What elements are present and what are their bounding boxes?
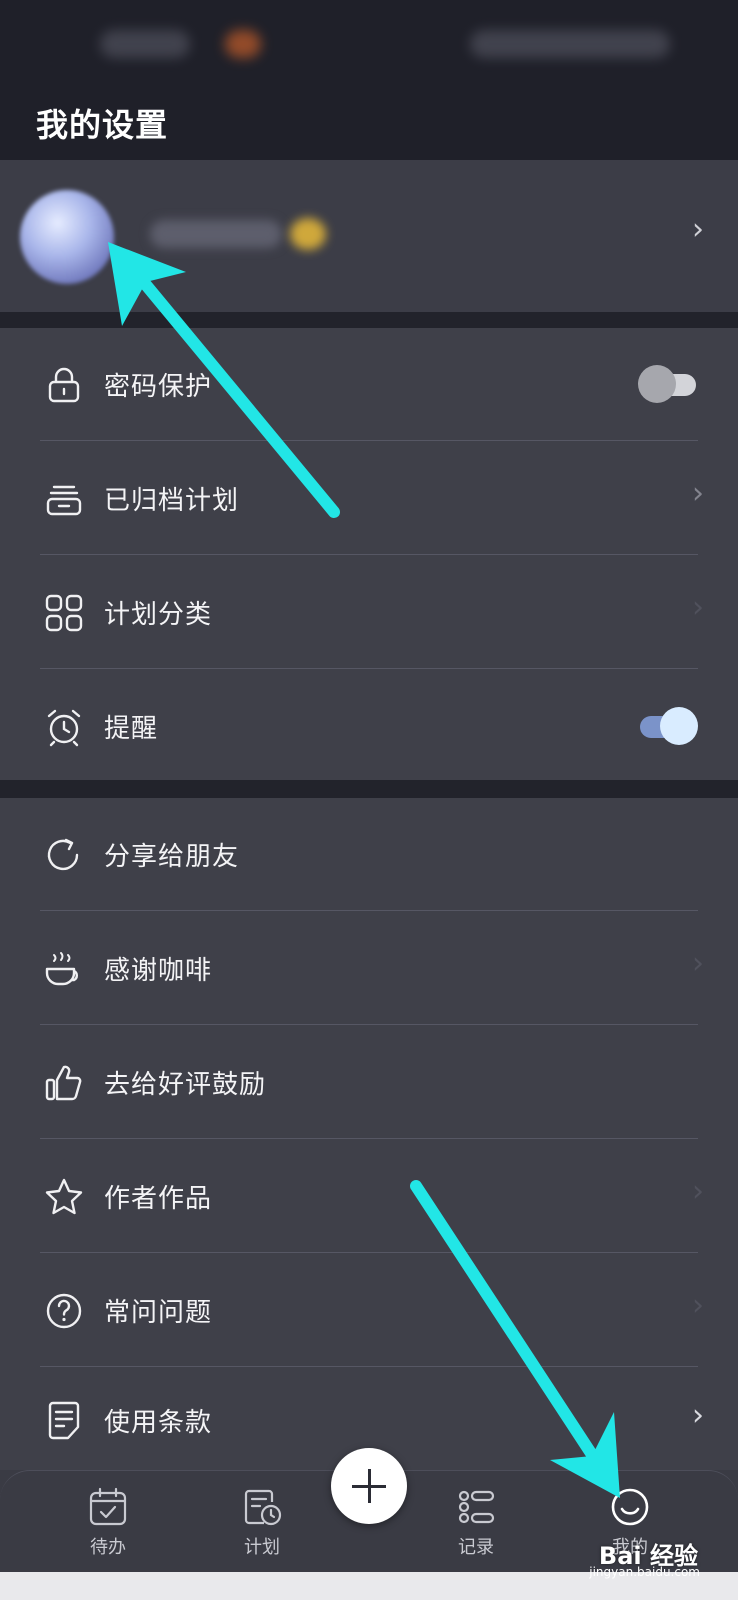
avatar[interactable] <box>20 190 114 284</box>
settings-row-label: 计划分类 <box>104 600 213 630</box>
chevron-right-icon: › <box>692 1174 704 1209</box>
tab-label: 待办 <box>90 1537 126 1558</box>
settings-row-label: 提醒 <box>104 714 159 744</box>
settings-row-label: 去给好评鼓励 <box>104 1070 267 1100</box>
settings-row-label: 常问问题 <box>104 1298 213 1328</box>
vip-badge-icon <box>290 218 326 250</box>
alarm-clock-icon <box>47 709 81 747</box>
settings-row-label: 使用条款 <box>104 1408 213 1438</box>
settings-row-author-works[interactable]: 作者作品 › <box>0 1140 738 1254</box>
toggle-knob <box>638 365 676 403</box>
divider <box>40 1138 698 1139</box>
thumbs-up-icon <box>45 1065 82 1101</box>
settings-group-1: 密码保护 已归档计划 › 计划分类 › 提醒 <box>0 328 738 780</box>
list-icon <box>458 1490 495 1524</box>
star-icon <box>45 1178 83 1215</box>
settings-row-share[interactable]: 分享给朋友 <box>0 798 738 912</box>
header: 我的设置 <box>0 88 738 160</box>
divider <box>40 668 698 669</box>
settings-row-coffee[interactable]: 感谢咖啡 › <box>0 912 738 1026</box>
chevron-right-icon: › <box>692 476 704 511</box>
tab-todo[interactable]: 待办 <box>68 1487 148 1567</box>
chevron-right-icon: › <box>692 946 704 981</box>
question-icon <box>46 1293 82 1329</box>
tab-plan[interactable]: 计划 <box>222 1487 302 1567</box>
tab-label: 记录 <box>458 1537 494 1558</box>
smiley-icon <box>611 1488 649 1526</box>
archive-icon <box>46 485 82 516</box>
chevron-right-icon: › <box>692 1288 704 1323</box>
status-dot <box>225 30 261 58</box>
divider <box>40 910 698 911</box>
share-icon <box>47 838 79 871</box>
settings-row-password[interactable]: 密码保护 <box>0 328 738 442</box>
toggle-knob <box>660 707 698 745</box>
plan-clock-icon <box>244 1489 282 1526</box>
status-bar <box>0 0 738 88</box>
status-blur-right <box>470 30 670 58</box>
divider <box>40 440 698 441</box>
divider <box>40 1024 698 1025</box>
settings-row-label: 分享给朋友 <box>104 842 240 872</box>
settings-row-label: 感谢咖啡 <box>104 956 213 986</box>
lock-icon <box>48 367 80 403</box>
tab-label: 计划 <box>244 1537 280 1558</box>
settings-row-label: 已归档计划 <box>104 486 240 516</box>
settings-group-2: 分享给朋友 感谢咖啡 › 去给好评鼓励 作者作品 › 常问问题 › 使用条款 › <box>0 798 738 1470</box>
settings-row-label: 作者作品 <box>104 1184 213 1214</box>
divider <box>40 554 698 555</box>
coffee-cup-icon <box>45 952 78 986</box>
profile-name-blurred <box>150 220 282 248</box>
settings-row-archived[interactable]: 已归档计划 › <box>0 442 738 556</box>
chevron-right-icon: › <box>692 212 704 247</box>
password-toggle[interactable] <box>638 365 696 403</box>
reminder-toggle[interactable] <box>640 707 698 745</box>
section-gap <box>0 780 738 798</box>
profile-row[interactable]: › <box>0 160 738 312</box>
chevron-right-icon: › <box>692 590 704 625</box>
grid-icon <box>45 594 83 632</box>
settings-row-label: 密码保护 <box>104 372 213 402</box>
settings-row-categories[interactable]: 计划分类 › <box>0 556 738 670</box>
tab-records[interactable]: 记录 <box>436 1487 516 1567</box>
calendar-check-icon <box>89 1487 127 1526</box>
section-gap <box>0 312 738 328</box>
status-blur-left <box>100 30 190 58</box>
divider <box>40 1252 698 1253</box>
add-button[interactable] <box>331 1448 407 1524</box>
settings-row-review[interactable]: 去给好评鼓励 <box>0 1026 738 1140</box>
chevron-right-icon: › <box>692 1398 704 1433</box>
document-icon <box>48 1401 80 1440</box>
watermark-url: jingyan.baidu.com <box>589 1565 700 1579</box>
settings-row-faq[interactable]: 常问问题 › <box>0 1254 738 1368</box>
settings-row-reminder[interactable]: 提醒 <box>0 670 738 784</box>
page-title: 我的设置 <box>36 106 169 144</box>
